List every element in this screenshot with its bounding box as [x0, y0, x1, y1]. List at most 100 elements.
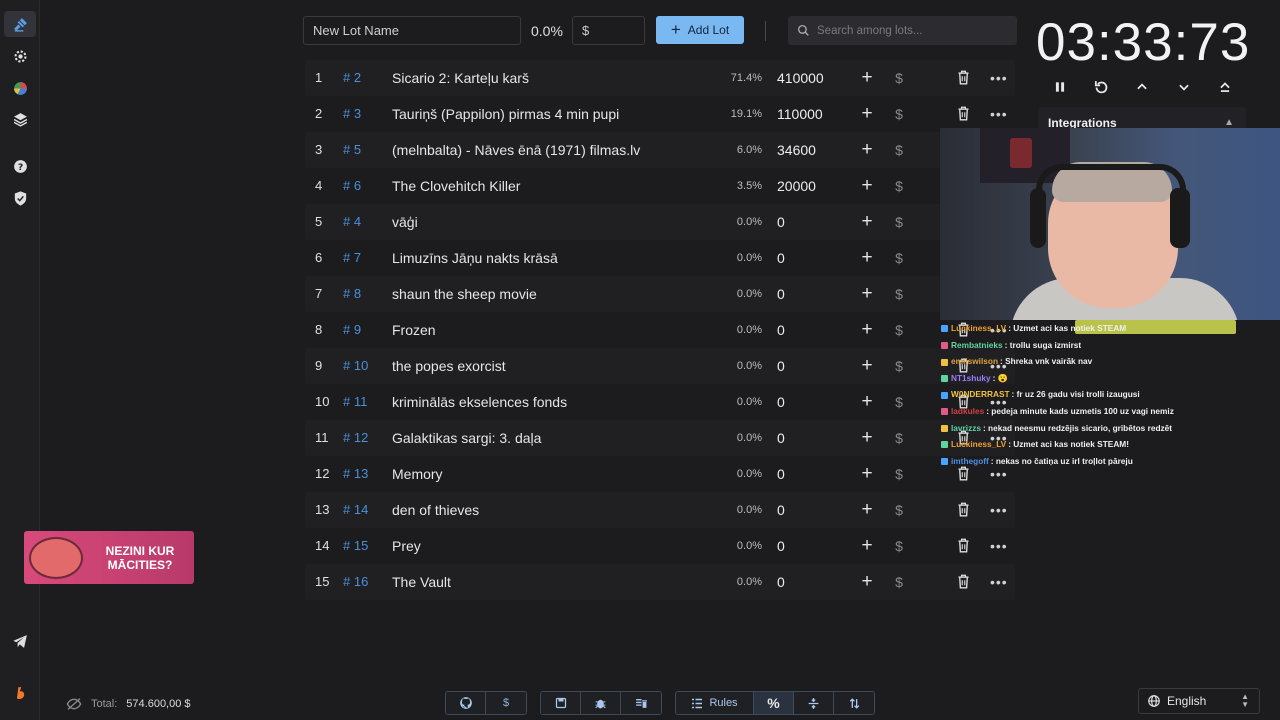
add-amount-icon[interactable]: + — [859, 492, 875, 528]
lot-row[interactable]: 2 # 3 Tauriņš (Pappilon) pirmas 4 min pupi… — [305, 96, 1015, 132]
donation-icon[interactable]: $ — [893, 420, 905, 456]
lot-amount[interactable]: 20000 — [777, 168, 816, 204]
lot-amount[interactable]: 0 — [777, 276, 785, 312]
add-amount-icon[interactable]: + — [859, 528, 875, 564]
lot-row[interactable]: 12 # 13 Memory 0.0% 0 + $ ••• — [305, 456, 1015, 492]
donation-icon[interactable]: $ — [893, 528, 905, 564]
lot-name[interactable]: Prey — [392, 528, 421, 564]
donation-icon[interactable]: $ — [893, 96, 905, 132]
lot-id[interactable]: # 3 — [343, 96, 361, 132]
lot-row[interactable]: 7# 8shaun the sheep movie0.0%0+$••• — [305, 276, 1015, 312]
language-select[interactable]: English ▲ ▼ — [1138, 688, 1260, 714]
donation-icon[interactable]: $ — [893, 60, 905, 96]
add-amount-icon[interactable]: + — [859, 168, 875, 204]
search-input[interactable] — [817, 24, 1007, 37]
lot-amount[interactable]: 110000 — [777, 96, 823, 132]
donate-button[interactable]: $ — [486, 692, 526, 714]
lot-amount[interactable]: 0 — [777, 348, 785, 384]
chevron-double-up-icon[interactable] — [1215, 77, 1235, 97]
chevron-down-icon[interactable] — [1174, 77, 1194, 97]
add-amount-icon[interactable]: + — [859, 420, 875, 456]
rules-button[interactable]: Rules — [676, 692, 754, 714]
lot-row[interactable]: 15 # 16 The Vault 0.0% 0 + $ ••• — [305, 564, 1015, 600]
lot-id[interactable]: # 11 — [343, 384, 367, 420]
lot-name[interactable]: Galaktikas sargi: 3. daļa — [392, 420, 541, 456]
donation-icon[interactable]: $ — [893, 168, 905, 204]
lot-amount[interactable]: 0 — [777, 312, 785, 348]
save-icon[interactable] — [541, 692, 581, 714]
donation-icon[interactable]: $ — [893, 564, 905, 600]
lot-name[interactable]: den of thieves — [392, 492, 479, 528]
donation-icon[interactable]: $ — [893, 348, 905, 384]
donation-icon[interactable]: $ — [893, 312, 905, 348]
lot-amount[interactable]: 0 — [777, 204, 785, 240]
donation-icon[interactable]: $ — [893, 456, 905, 492]
lot-id[interactable]: # 10 — [343, 348, 368, 384]
lot-amount[interactable]: 0 — [777, 456, 785, 492]
shield-check-icon[interactable] — [4, 185, 36, 211]
new-lot-amount-input[interactable] — [572, 16, 645, 45]
add-amount-icon[interactable]: + — [859, 60, 875, 96]
add-amount-icon[interactable]: + — [859, 276, 875, 312]
pie-chart-icon[interactable] — [4, 75, 36, 101]
lot-row[interactable]: 6# 7Limuzīns Jāņu nakts krāsā0.0%0+$••• — [305, 240, 1015, 276]
lot-name[interactable]: Frozen — [392, 312, 436, 348]
eye-off-icon[interactable] — [66, 697, 82, 711]
lot-name[interactable]: (melnbalta) - Nāves ēnā (1971) filmas.lv — [392, 132, 640, 168]
trash-icon[interactable] — [957, 538, 970, 553]
trash-icon[interactable] — [957, 70, 970, 85]
donation-icon[interactable]: $ — [893, 132, 905, 168]
lot-name[interactable]: kriminālās ekselences fonds — [392, 384, 567, 420]
lot-amount[interactable]: 34600 — [777, 132, 816, 168]
lot-name[interactable]: Limuzīns Jāņu nakts krāsā — [392, 240, 558, 276]
lot-name[interactable]: Tauriņš (Pappilon) pirmas 4 min pupi — [392, 96, 619, 132]
lot-row[interactable]: 3 # 5 (melnbalta) - Nāves ēnā (1971) filma… — [305, 132, 1015, 168]
lot-name[interactable]: Sicario 2: Karteļu karš — [392, 60, 529, 96]
add-amount-icon[interactable]: + — [859, 132, 875, 168]
lot-id[interactable]: # 15 — [343, 528, 368, 564]
lot-id[interactable]: # 7 — [343, 240, 361, 276]
add-amount-icon[interactable]: + — [859, 384, 875, 420]
pause-icon[interactable] — [1050, 77, 1070, 97]
lot-name[interactable]: vāģi — [392, 204, 418, 240]
more-options-icon[interactable]: ••• — [990, 528, 1008, 564]
donation-icon[interactable]: $ — [893, 384, 905, 420]
clear-list-icon[interactable] — [621, 692, 661, 714]
search-box[interactable] — [788, 16, 1017, 45]
lot-name[interactable]: Memory — [392, 456, 443, 492]
lot-amount[interactable]: 0 — [777, 240, 785, 276]
add-amount-icon[interactable]: + — [859, 204, 875, 240]
lot-amount[interactable]: 410000 — [777, 60, 824, 96]
github-icon[interactable] — [446, 692, 486, 714]
add-amount-icon[interactable]: + — [859, 564, 875, 600]
lot-id[interactable]: # 5 — [343, 132, 361, 168]
telegram-icon[interactable] — [4, 628, 36, 654]
add-amount-icon[interactable]: + — [859, 456, 875, 492]
promo-banner[interactable]: NEZINI KUR MĀCITIES? — [24, 531, 194, 584]
settings-gear-icon[interactable] — [4, 43, 36, 69]
lot-row[interactable]: 4# 6The Clovehitch Killer3.5%20000+$••• — [305, 168, 1015, 204]
compact-view-icon[interactable] — [794, 692, 834, 714]
lot-row[interactable]: 8 # 9 Frozen 0.0% 0 + $ ••• — [305, 312, 1015, 348]
trash-icon[interactable] — [957, 502, 970, 517]
lot-row[interactable]: 9 # 10 the popes exorcist 0.0% 0 + $ ••• — [305, 348, 1015, 384]
lot-row[interactable]: 10 # 11 kriminālās ekselences fonds 0.0% 0 + $… — [305, 384, 1015, 420]
more-options-icon[interactable]: ••• — [990, 96, 1008, 132]
layers-icon[interactable] — [4, 106, 36, 132]
boosty-icon[interactable] — [4, 680, 36, 706]
lot-name[interactable]: The Vault — [392, 564, 451, 600]
lot-row[interactable]: 13 # 14 den of thieves 0.0% 0 + $ ••• — [305, 492, 1015, 528]
lot-id[interactable]: # 16 — [343, 564, 368, 600]
donation-icon[interactable]: $ — [893, 240, 905, 276]
add-lot-button[interactable]: + Add Lot — [656, 16, 744, 44]
percent-toggle[interactable]: % — [754, 692, 794, 714]
reset-icon[interactable] — [1091, 77, 1111, 97]
donation-icon[interactable]: $ — [893, 276, 905, 312]
lot-id[interactable]: # 6 — [343, 168, 361, 204]
lot-name[interactable]: The Clovehitch Killer — [392, 168, 520, 204]
lot-id[interactable]: # 4 — [343, 204, 361, 240]
lot-name[interactable]: the popes exorcist — [392, 348, 506, 384]
more-options-icon[interactable]: ••• — [990, 564, 1008, 600]
lot-amount[interactable]: 0 — [777, 564, 785, 600]
lot-id[interactable]: # 9 — [343, 312, 361, 348]
